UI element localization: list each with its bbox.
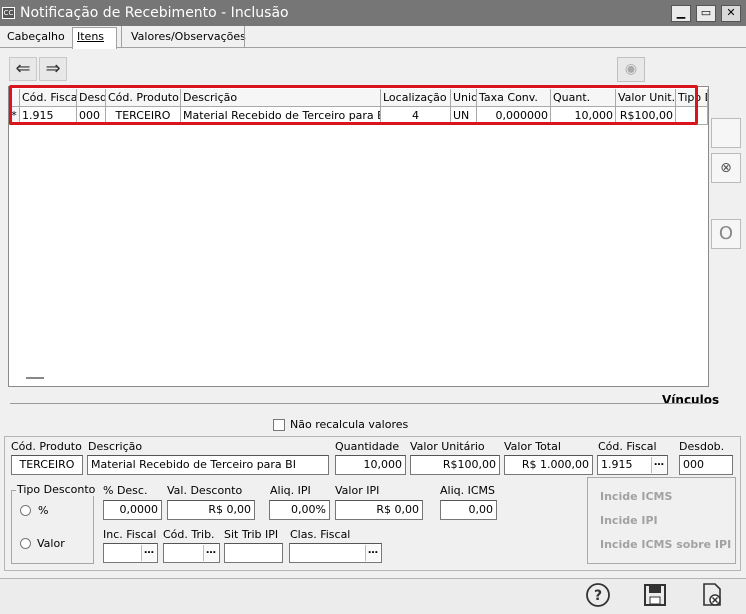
aliq-icms-field[interactable]: 0,00 bbox=[440, 500, 497, 520]
help-icon[interactable]: ? bbox=[584, 582, 612, 610]
svg-text:?: ? bbox=[594, 588, 602, 604]
maximize-button[interactable]: ▭ bbox=[696, 5, 716, 22]
cod-fiscal-field[interactable]: 1.915 … bbox=[597, 455, 668, 475]
cod-produto-field[interactable]: TERCEIRO bbox=[11, 455, 83, 475]
delete-row-icon[interactable]: ⊗ bbox=[711, 153, 741, 183]
aliq-ipi-label: Aliq. IPI bbox=[270, 484, 311, 497]
nao-recalcula-checkbox[interactable] bbox=[273, 419, 285, 431]
tab-divider bbox=[244, 26, 245, 48]
cod-fiscal-label: Cód. Fiscal bbox=[598, 440, 657, 453]
descricao-field[interactable]: Material Recebido de Terceiro para BI bbox=[87, 455, 329, 475]
clas-fiscal-field[interactable]: … bbox=[289, 543, 382, 563]
val-desconto-label: Val. Desconto bbox=[167, 484, 243, 497]
valor-total-label: Valor Total bbox=[504, 440, 561, 453]
val-desconto-field[interactable]: R$ 0,00 bbox=[167, 500, 255, 520]
nao-recalcula-label: Não recalcula valores bbox=[290, 418, 409, 431]
cancel-document-icon[interactable] bbox=[698, 582, 726, 610]
aliq-ipi-field[interactable]: 0,00% bbox=[269, 500, 330, 520]
desdob-label: Desdob. bbox=[679, 440, 725, 453]
circle-icon[interactable]: O bbox=[711, 219, 741, 249]
separator bbox=[10, 403, 710, 404]
ellipsis-icon[interactable]: … bbox=[203, 545, 218, 561]
descricao-label: Descrição bbox=[88, 440, 143, 453]
tab-itens[interactable]: Itens bbox=[72, 27, 117, 49]
sit-trib-ipi-field[interactable] bbox=[224, 543, 283, 563]
valor-ipi-field[interactable]: R$ 0,00 bbox=[335, 500, 423, 520]
radio-percent-label: % bbox=[38, 504, 49, 517]
clas-fiscal-label: Clas. Fiscal bbox=[290, 528, 351, 541]
highlight-box bbox=[9, 85, 698, 125]
radio-percent[interactable] bbox=[20, 505, 31, 516]
valor-unitario-label: Valor Unitário bbox=[410, 440, 485, 453]
cod-fiscal-value: 1.915 bbox=[601, 458, 633, 471]
incide-icms-label: Incide ICMS bbox=[600, 490, 673, 503]
pct-desc-field[interactable]: 0,0000 bbox=[103, 500, 162, 520]
desdob-field[interactable]: 000 bbox=[679, 455, 733, 475]
tab-valores-observacoes[interactable]: Valores/Observações bbox=[127, 30, 250, 48]
minimize-button[interactable]: ▁ bbox=[671, 5, 691, 22]
inc-fiscal-label: Inc. Fiscal bbox=[103, 528, 157, 541]
incide-icms-sobre-ipi-label: Incide ICMS sobre IPI bbox=[600, 538, 732, 551]
tab-cabecalho[interactable]: Cabeçalho bbox=[3, 30, 69, 48]
tipo-desconto-group bbox=[11, 490, 94, 564]
radio-valor-label: Valor bbox=[37, 537, 65, 550]
aliq-icms-label: Aliq. ICMS bbox=[440, 484, 496, 497]
valor-ipi-label: Valor IPI bbox=[335, 484, 380, 497]
cod-produto-label: Cód. Produto bbox=[11, 440, 82, 453]
ellipsis-icon[interactable]: … bbox=[141, 545, 156, 561]
vinculos-label: Vínculos bbox=[662, 393, 720, 407]
tab-itens-label: Itens bbox=[77, 30, 105, 43]
close-button[interactable]: ✕ bbox=[721, 5, 741, 22]
tipo-desconto-label: Tipo Desconto bbox=[16, 483, 97, 496]
bottom-toolbar bbox=[0, 578, 746, 614]
title-bar: CC Notificação de Recebimento - Inclusão… bbox=[0, 0, 746, 26]
ellipsis-icon[interactable]: … bbox=[365, 545, 380, 561]
side-action-button[interactable] bbox=[711, 118, 741, 148]
cod-trib-label: Cód. Trib. bbox=[163, 528, 215, 541]
eye-icon[interactable]: ◉ bbox=[617, 57, 645, 82]
tab-divider bbox=[121, 26, 122, 48]
pct-desc-label: % Desc. bbox=[103, 484, 148, 497]
items-grid[interactable] bbox=[8, 86, 709, 387]
quantidade-field[interactable]: 10,000 bbox=[335, 455, 406, 475]
save-icon[interactable] bbox=[641, 582, 669, 610]
quantidade-label: Quantidade bbox=[335, 440, 400, 453]
incide-ipi-label: Incide IPI bbox=[600, 514, 658, 527]
sit-trib-ipi-label: Sit Trib IPI bbox=[224, 528, 279, 541]
valor-total-field[interactable]: R$ 1.000,00 bbox=[504, 455, 593, 475]
app-icon: CC bbox=[2, 7, 15, 19]
valor-unitario-field[interactable]: R$100,00 bbox=[410, 455, 500, 475]
cod-trib-field[interactable]: … bbox=[163, 543, 220, 563]
arrow-left-icon[interactable]: ⇐ bbox=[9, 57, 37, 81]
radio-valor[interactable] bbox=[20, 538, 31, 549]
inc-fiscal-field[interactable]: … bbox=[103, 543, 158, 563]
arrow-right-icon[interactable]: ⇒ bbox=[39, 57, 67, 81]
horizontal-scrollbar[interactable] bbox=[26, 377, 44, 379]
window-title: Notificação de Recebimento - Inclusão bbox=[20, 5, 289, 21]
ellipsis-icon[interactable]: … bbox=[651, 457, 666, 473]
